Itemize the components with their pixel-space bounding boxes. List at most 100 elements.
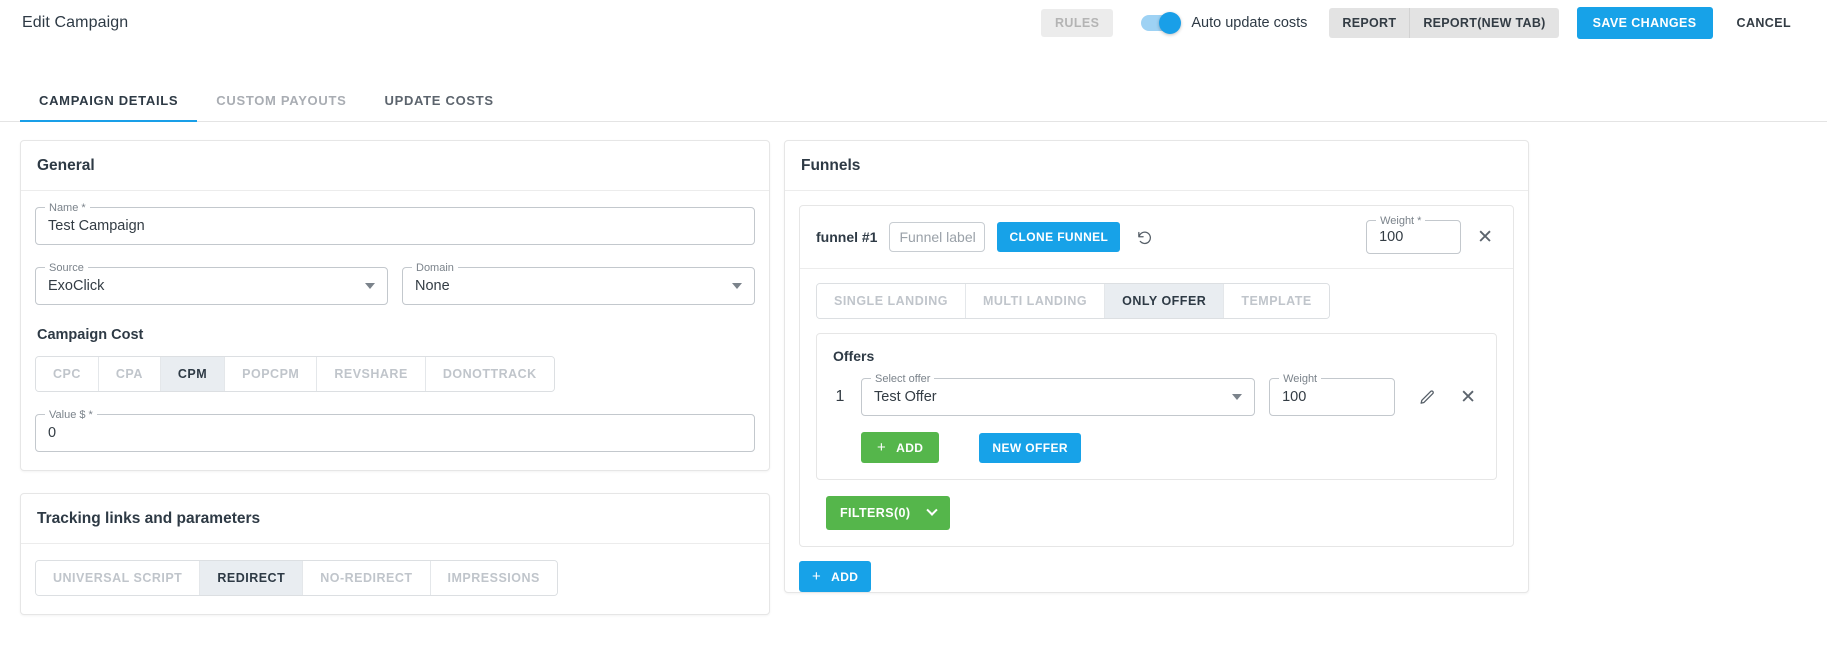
funnel-weight-field[interactable]: Weight * 100 xyxy=(1366,220,1461,254)
link-type-impressions[interactable]: IMPRESSIONS xyxy=(431,561,557,595)
source-select[interactable]: Source ExoClick xyxy=(35,267,388,305)
offer-select-legend: Select offer xyxy=(871,372,934,386)
add-funnel-wrap: + ADD xyxy=(799,561,1528,592)
offer-buttons: + ADD NEW OFFER xyxy=(833,432,1480,463)
cost-model-cpm[interactable]: CPM xyxy=(161,357,225,391)
link-type-no-redirect[interactable]: NO-REDIRECT xyxy=(303,561,430,595)
main-tabs: CAMPAIGN DETAILS CUSTOM PAYOUTS UPDATE C… xyxy=(0,78,1827,122)
auto-update-costs-label: Auto update costs xyxy=(1191,15,1307,31)
clone-funnel-button[interactable]: CLONE FUNNEL xyxy=(997,222,1120,252)
filters-button[interactable]: FILTERS(0) xyxy=(826,496,950,530)
close-glyph: ✕ xyxy=(1477,228,1493,247)
value-field-legend: Value $ * xyxy=(45,408,97,422)
chevron-down-icon xyxy=(927,505,938,516)
offer-row: 1 Select offer Test Offer Weight xyxy=(833,378,1480,416)
campaign-cost-label: Campaign Cost xyxy=(37,327,755,343)
tracking-link-type-group: UNIVERSAL SCRIPT REDIRECT NO-REDIRECT IM… xyxy=(35,560,558,596)
funnel-landing-tabs-wrap: SINGLE LANDING MULTI LANDING ONLY OFFER … xyxy=(800,268,1513,319)
landing-type-only-offer[interactable]: ONLY OFFER xyxy=(1105,284,1224,318)
top-bar-actions: RULES Auto update costs REPORT REPORT(NE… xyxy=(1041,7,1805,39)
funnel-header: funnel #1 CLONE FUNNEL Weight * 100 xyxy=(800,206,1513,268)
name-field-legend: Name * xyxy=(45,201,90,215)
cost-model-cpa[interactable]: CPA xyxy=(99,357,161,391)
funnel-weight-legend: Weight * xyxy=(1376,214,1425,228)
offers-box: Offers 1 Select offer Test Offer xyxy=(816,333,1497,480)
landing-type-multi-landing[interactable]: MULTI LANDING xyxy=(966,284,1105,318)
landing-type-single-landing[interactable]: SINGLE LANDING xyxy=(817,284,966,318)
plus-icon: + xyxy=(877,440,886,455)
add-offer-label: ADD xyxy=(896,441,923,455)
tab-campaign-details[interactable]: CAMPAIGN DETAILS xyxy=(20,93,197,121)
tracking-card: Tracking links and parameters UNIVERSAL … xyxy=(20,493,770,615)
name-field[interactable]: Name * Test Campaign xyxy=(35,207,755,245)
source-domain-row: Source ExoClick Domain None xyxy=(35,267,755,305)
right-column: Funnels funnel #1 CLONE FUNNEL xyxy=(784,140,1529,615)
cost-model-group: CPC CPA CPM POPCPM REVSHARE DONOTTRACK xyxy=(35,356,555,392)
content-area: General Name * Test Campaign Source ExoC… xyxy=(0,122,1827,637)
cost-model-cpc[interactable]: CPC xyxy=(36,357,99,391)
pencil-icon[interactable] xyxy=(1415,387,1440,408)
save-changes-button[interactable]: SAVE CHANGES xyxy=(1577,7,1713,39)
name-field-value: Test Campaign xyxy=(48,218,742,234)
source-select-value: ExoClick xyxy=(48,278,357,294)
offer-actions: ✕ xyxy=(1409,386,1480,409)
funnel-item: funnel #1 CLONE FUNNEL Weight * 100 xyxy=(799,205,1514,547)
chevron-down-icon[interactable] xyxy=(365,283,375,289)
offer-weight-field[interactable]: Weight 100 xyxy=(1269,378,1395,416)
report-new-tab-button[interactable]: REPORT(NEW TAB) xyxy=(1410,8,1558,38)
offer-select-value: Test Offer xyxy=(874,389,1224,405)
general-card-title: General xyxy=(21,141,769,191)
funnel-weight-value: 100 xyxy=(1379,229,1448,245)
rules-button[interactable]: RULES xyxy=(1041,9,1113,37)
cost-model-donottrack[interactable]: DONOTTRACK xyxy=(426,357,554,391)
close-icon[interactable]: ✕ xyxy=(1473,226,1497,249)
source-select-legend: Source xyxy=(45,261,88,275)
tracking-card-title: Tracking links and parameters xyxy=(21,494,769,544)
chevron-down-icon[interactable] xyxy=(1232,394,1242,400)
left-column: General Name * Test Campaign Source ExoC… xyxy=(20,140,770,637)
landing-type-template[interactable]: TEMPLATE xyxy=(1224,284,1328,318)
general-card: General Name * Test Campaign Source ExoC… xyxy=(20,140,770,471)
landing-type-group: SINGLE LANDING MULTI LANDING ONLY OFFER … xyxy=(816,283,1330,319)
tab-custom-payouts[interactable]: CUSTOM PAYOUTS xyxy=(197,93,365,121)
value-field-value: 0 xyxy=(48,425,742,441)
cost-model-revshare[interactable]: REVSHARE xyxy=(317,357,425,391)
offer-weight-wrap: Weight 100 xyxy=(1269,378,1395,416)
undo-icon[interactable] xyxy=(1132,227,1157,248)
domain-select-legend: Domain xyxy=(412,261,458,275)
offer-weight-value: 100 xyxy=(1282,389,1382,405)
offer-index: 1 xyxy=(833,388,847,406)
chevron-down-icon[interactable] xyxy=(732,283,742,289)
plus-icon: + xyxy=(812,569,821,584)
toggle-knob xyxy=(1159,12,1181,34)
funnel-weight-field-wrap: Weight * 100 xyxy=(1366,220,1461,254)
link-type-universal-script[interactable]: UNIVERSAL SCRIPT xyxy=(36,561,200,595)
cost-model-popcpm[interactable]: POPCPM xyxy=(225,357,317,391)
value-field[interactable]: Value $ * 0 xyxy=(35,414,755,452)
funnels-card: Funnels funnel #1 CLONE FUNNEL xyxy=(784,140,1529,593)
page-title: Edit Campaign xyxy=(22,14,128,32)
add-funnel-label: ADD xyxy=(831,570,858,584)
domain-select-value: None xyxy=(415,278,724,294)
close-icon[interactable]: ✕ xyxy=(1456,386,1480,409)
report-button-group: REPORT REPORT(NEW TAB) xyxy=(1329,8,1558,38)
funnel-label-input[interactable] xyxy=(889,222,985,252)
add-funnel-button[interactable]: + ADD xyxy=(799,561,871,592)
add-offer-button[interactable]: + ADD xyxy=(861,432,939,463)
tab-update-costs[interactable]: UPDATE COSTS xyxy=(365,93,512,121)
auto-update-costs-toggle-group: Auto update costs xyxy=(1141,15,1307,31)
offer-select-field[interactable]: Select offer Test Offer xyxy=(861,378,1255,416)
offer-select-wrap: Select offer Test Offer xyxy=(861,378,1255,416)
cancel-button[interactable]: CANCEL xyxy=(1727,7,1801,39)
offers-title: Offers xyxy=(833,348,1480,364)
offer-weight-legend: Weight xyxy=(1279,372,1321,386)
report-button[interactable]: REPORT xyxy=(1329,8,1410,38)
domain-select[interactable]: Domain None xyxy=(402,267,755,305)
auto-update-costs-toggle[interactable] xyxy=(1141,15,1179,31)
link-type-redirect[interactable]: REDIRECT xyxy=(200,561,303,595)
new-offer-button[interactable]: NEW OFFER xyxy=(979,433,1081,463)
general-card-body: Name * Test Campaign Source ExoClick Dom… xyxy=(21,191,769,470)
top-bar: Edit Campaign RULES Auto update costs RE… xyxy=(0,0,1827,46)
close-glyph: ✕ xyxy=(1460,388,1476,407)
tracking-card-body: UNIVERSAL SCRIPT REDIRECT NO-REDIRECT IM… xyxy=(21,544,769,614)
